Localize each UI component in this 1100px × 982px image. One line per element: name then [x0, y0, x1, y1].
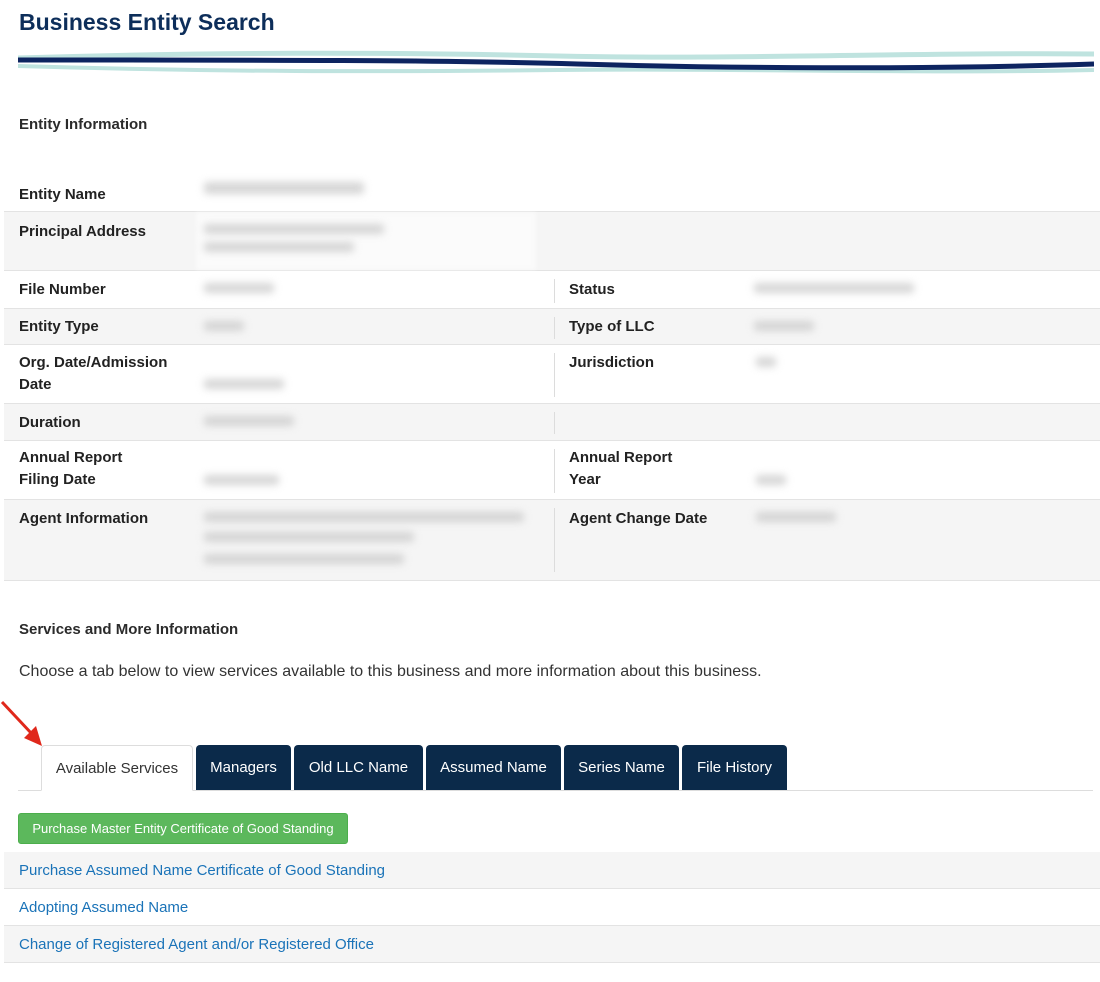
tab-managers[interactable]: Managers [196, 745, 291, 790]
tab-assumed-name[interactable]: Assumed Name [426, 745, 561, 790]
annual-report-year-value-redacted [756, 475, 786, 485]
entity-name-value-redacted [204, 182, 364, 194]
duration-row: Duration [4, 404, 1100, 441]
service-link-row: Change of Registered Agent and/or Regist… [4, 926, 1100, 963]
org-date-value-redacted [204, 379, 284, 389]
red-arrow-icon [0, 700, 42, 746]
service-link-row: Adopting Assumed Name [4, 889, 1100, 926]
purchase-master-certificate-button[interactable]: Purchase Master Entity Certificate of Go… [18, 813, 348, 844]
duration-value-redacted [204, 416, 294, 426]
principal-address-value-area [196, 212, 536, 270]
principal-address-label: Principal Address [19, 223, 146, 240]
agent-information-value-redacted [204, 512, 524, 522]
adopting-assumed-name-link[interactable]: Adopting Assumed Name [19, 899, 188, 916]
agent-information-value-redacted-2 [204, 532, 414, 542]
header-wave-decoration [18, 50, 1094, 74]
principal-address-row: Principal Address [4, 212, 1100, 271]
annual-report-row: Annual Report Filing Date Annual Report … [4, 441, 1100, 500]
annual-report-filing-date-label-line1: Annual Report [19, 449, 123, 466]
annual-report-year-label: Annual Report Year [569, 447, 672, 491]
column-divider [554, 279, 555, 303]
org-date-row: Org. Date/Admission Date Jurisdiction [4, 345, 1100, 404]
file-number-label: File Number [19, 281, 106, 298]
jurisdiction-value-redacted [756, 357, 776, 367]
services-heading: Services and More Information [19, 621, 239, 638]
tab-file-history[interactable]: File History [682, 745, 787, 790]
type-of-llc-label: Type of LLC [569, 318, 655, 335]
jurisdiction-label: Jurisdiction [569, 354, 655, 371]
column-divider [554, 449, 555, 493]
agent-information-value-redacted-3 [204, 554, 404, 564]
tab-available-services[interactable]: Available Services [41, 745, 193, 791]
agent-information-label: Agent Information [19, 510, 149, 527]
page-title: Business Entity Search [19, 9, 275, 35]
purchase-assumed-name-certificate-link[interactable]: Purchase Assumed Name Certificate of Goo… [19, 862, 385, 879]
file-number-row: File Number Status [4, 271, 1100, 309]
entity-type-label: Entity Type [19, 318, 99, 335]
annual-report-year-label-line2: Year [569, 471, 601, 488]
annual-report-year-label-line1: Annual Report [569, 449, 673, 466]
entity-information-heading: Entity Information [19, 116, 148, 133]
annual-report-filing-date-label-line2: Filing Date [19, 471, 96, 488]
principal-address-value-redacted [204, 224, 384, 234]
entity-name-label: Entity Name [19, 186, 106, 203]
org-date-label: Org. Date/Admission Date [19, 354, 168, 393]
agent-information-row: Agent Information Agent Change Date [4, 500, 1100, 581]
change-registered-agent-link[interactable]: Change of Registered Agent and/or Regist… [19, 936, 374, 953]
entity-type-row: Entity Type Type of LLC [4, 309, 1100, 345]
annual-report-filing-date-label: Annual Report Filing Date [19, 447, 122, 491]
agent-change-date-label: Agent Change Date [569, 510, 708, 527]
duration-label: Duration [19, 414, 81, 431]
entity-type-value-redacted [204, 321, 244, 331]
status-label: Status [569, 281, 615, 298]
tab-series-name[interactable]: Series Name [564, 745, 679, 790]
status-value-redacted [754, 283, 914, 293]
annual-report-filing-date-value-redacted [204, 475, 279, 485]
file-number-value-redacted [204, 283, 274, 293]
entity-name-row: Entity Name [4, 174, 1100, 212]
column-divider [554, 317, 555, 339]
column-divider [554, 353, 555, 397]
agent-change-date-value-redacted [756, 512, 836, 522]
service-link-row: Purchase Assumed Name Certificate of Goo… [4, 852, 1100, 889]
column-divider [554, 412, 555, 434]
column-divider [554, 508, 555, 572]
tab-old-llc-name[interactable]: Old LLC Name [294, 745, 423, 790]
principal-address-value-redacted-2 [204, 242, 354, 252]
type-of-llc-value-redacted [754, 321, 814, 331]
services-description: Choose a tab below to view services avai… [19, 663, 762, 680]
